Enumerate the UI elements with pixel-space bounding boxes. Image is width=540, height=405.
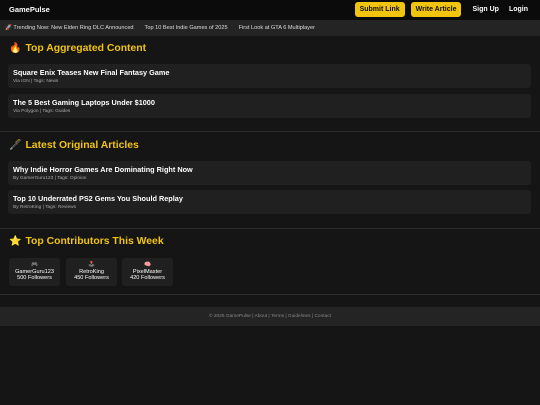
contributor-name[interactable]: GamerGuru123 — [9, 269, 60, 276]
card-meta: Via Polygon | Tags: Guides — [13, 109, 71, 114]
section-divider — [0, 131, 540, 132]
brand-logo[interactable]: GamePulse — [9, 5, 50, 14]
fire-icon: 🔥 — [9, 43, 22, 54]
joystick-icon: 🕹️ — [88, 262, 95, 268]
login-link[interactable]: Login — [509, 6, 528, 13]
write-article-button[interactable]: Write Article — [410, 2, 462, 17]
submit-link-button[interactable]: Submit Link — [354, 2, 405, 17]
ticker-item[interactable]: 🚀 Trending Now: New Elden Ring DLC Annou… — [5, 25, 134, 31]
contributor-card[interactable]: 🧠 PixelMaster 420 Followers — [122, 258, 173, 286]
section-divider — [0, 294, 540, 295]
contributor-card[interactable]: 🎮 GamerGuru123 500 Followers — [9, 258, 60, 286]
card-meta: Via IGN | Tags: News — [13, 79, 59, 84]
contributors-section-title: ⭐ Top Contributors This Week — [9, 236, 164, 247]
original-section-title: 🖋️ Latest Original Articles — [9, 140, 139, 151]
card-meta: By RetroKing | Tags: Reviews — [13, 205, 77, 210]
gamepad-icon: 🎮 — [31, 262, 38, 268]
article-card[interactable]: Top 10 Underrated PS2 Gems You Should Re… — [8, 190, 531, 214]
ticker-item[interactable]: First Look at GTA 6 Multiplayer — [239, 25, 315, 31]
contributor-followers: 420 Followers — [130, 275, 165, 282]
site-footer: © 2025 GamePulse | About | Terms | Guide… — [0, 307, 540, 326]
top-navbar: GamePulse Submit Link Write Article Sign… — [0, 0, 540, 20]
contributor-name[interactable]: PixelMaster — [122, 269, 173, 276]
nav-actions: Submit Link Write Article Sign Up Login — [354, 2, 533, 17]
card-meta: By GamerGuru123 | Tags: Opinion — [13, 176, 87, 181]
ticker-item[interactable]: Top 10 Best Indie Games of 2025 — [145, 25, 228, 31]
contributor-followers: 500 Followers — [17, 275, 52, 282]
star-icon: ⭐ — [9, 236, 22, 247]
card-title[interactable]: Square Enix Teases New Final Fantasy Gam… — [13, 68, 169, 77]
aggregated-card[interactable]: The 5 Best Gaming Laptops Under $1000 Vi… — [8, 94, 531, 118]
card-title[interactable]: Why Indie Horror Games Are Dominating Ri… — [13, 165, 193, 174]
trending-ticker: 🚀 Trending Now: New Elden Ring DLC Annou… — [0, 20, 540, 36]
aggregated-card[interactable]: Square Enix Teases New Final Fantasy Gam… — [8, 64, 531, 88]
aggregated-section-title: 🔥 Top Aggregated Content — [9, 43, 146, 54]
section-heading: Top Contributors This Week — [25, 236, 164, 247]
sign-up-link[interactable]: Sign Up — [472, 6, 498, 13]
pen-icon: 🖋️ — [9, 140, 22, 151]
card-title[interactable]: The 5 Best Gaming Laptops Under $1000 — [13, 98, 155, 107]
brain-icon: 🧠 — [144, 262, 151, 268]
section-heading: Top Aggregated Content — [25, 43, 147, 54]
contributor-card[interactable]: 🕹️ RetroKing 450 Followers — [66, 258, 117, 286]
section-divider — [0, 228, 540, 229]
contributor-followers: 450 Followers — [74, 275, 109, 282]
section-heading: Latest Original Articles — [25, 140, 139, 151]
article-card[interactable]: Why Indie Horror Games Are Dominating Ri… — [8, 161, 531, 185]
contributor-name[interactable]: RetroKing — [66, 269, 117, 276]
card-title[interactable]: Top 10 Underrated PS2 Gems You Should Re… — [13, 194, 183, 203]
